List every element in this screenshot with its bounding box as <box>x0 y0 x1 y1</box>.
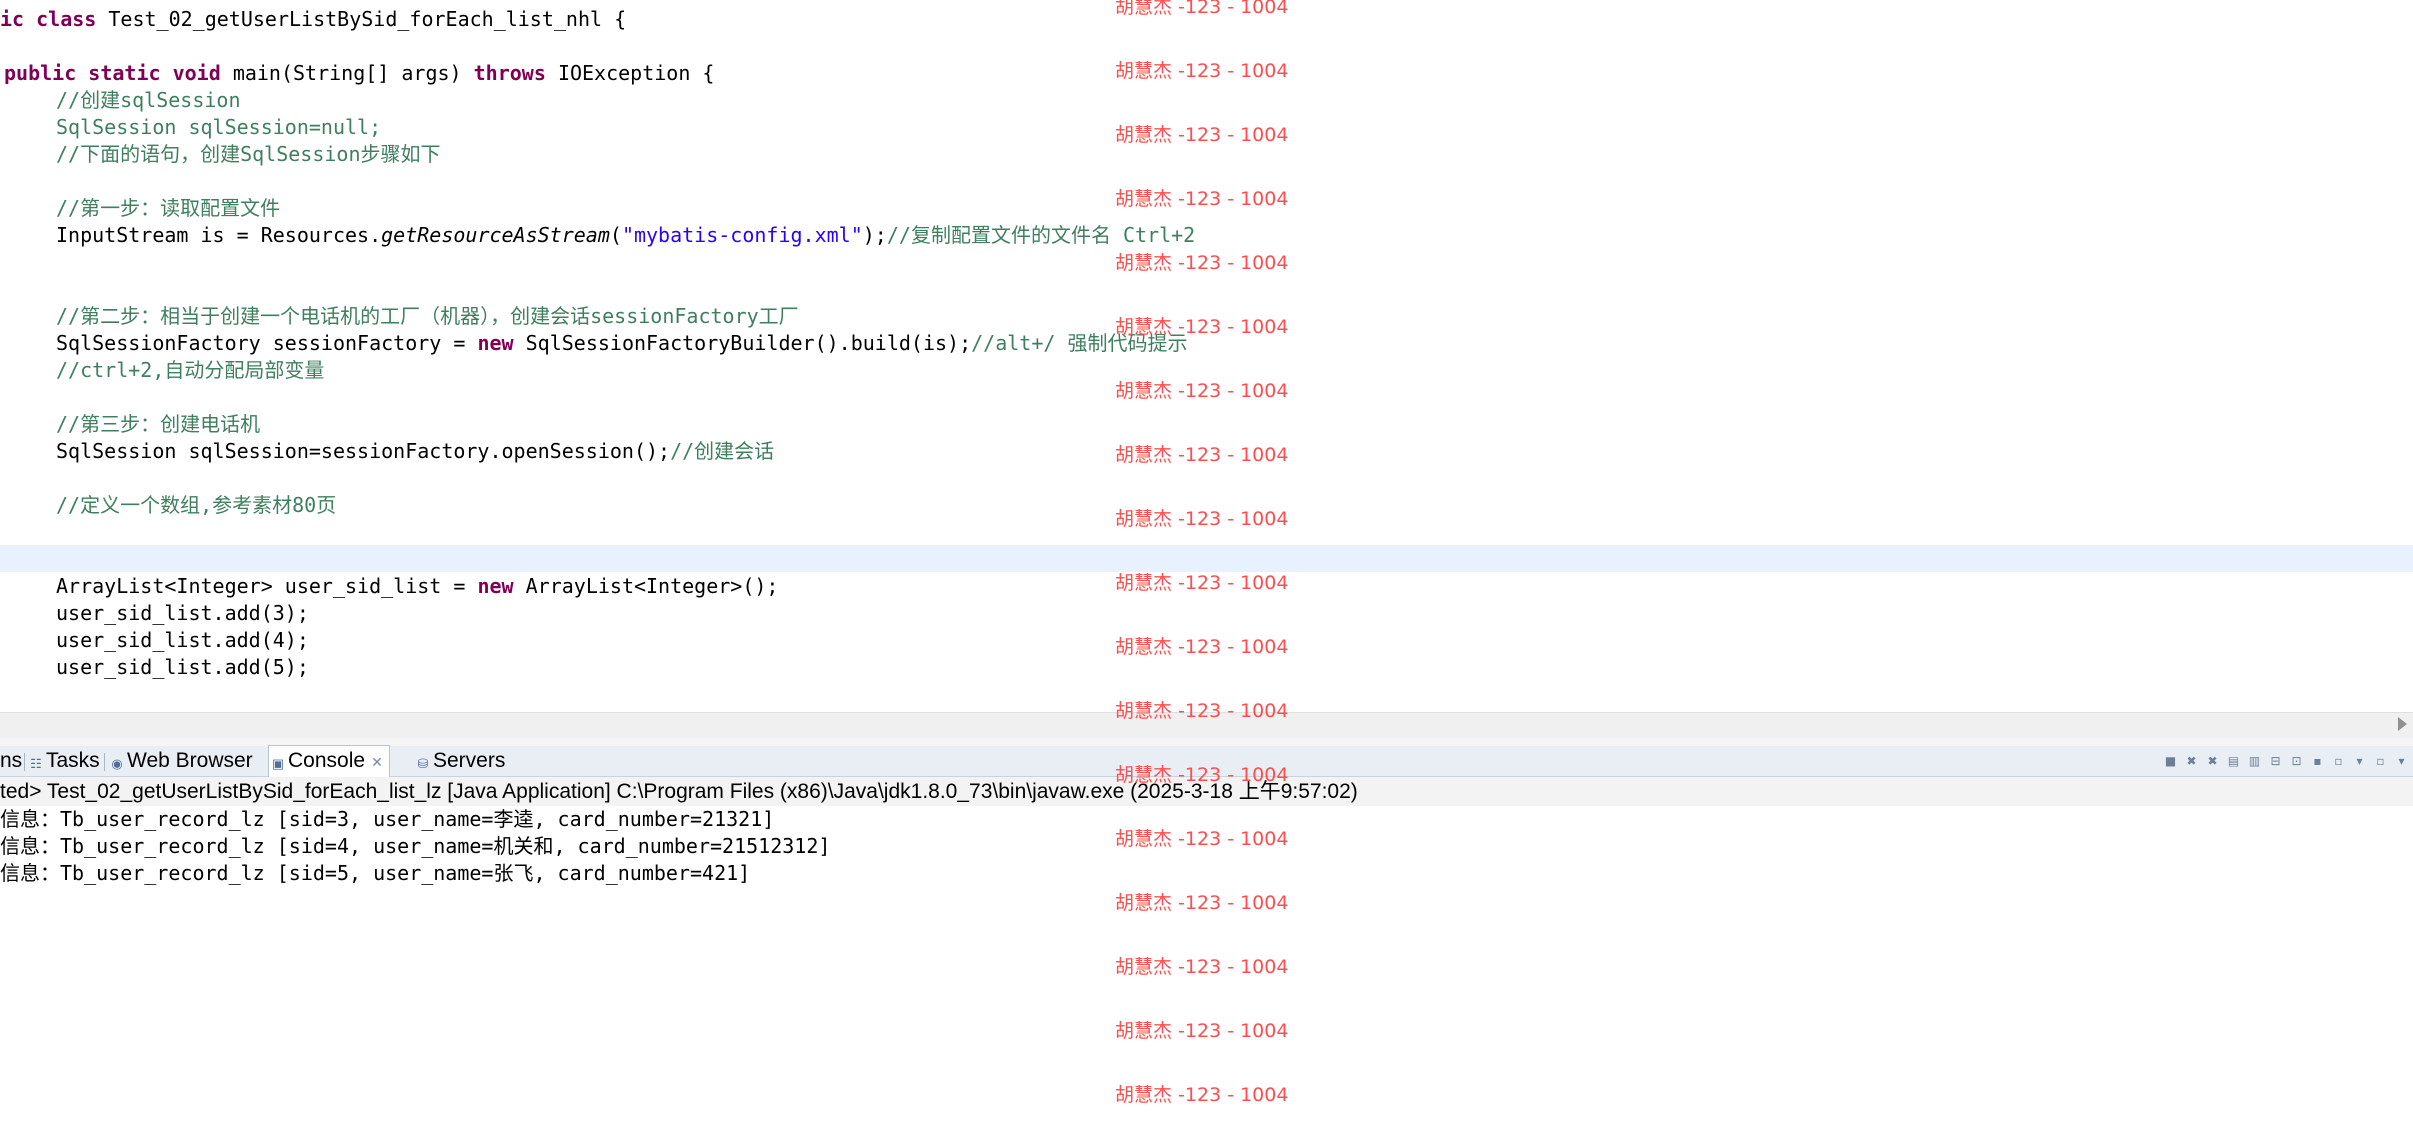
code-line: public static void main(String[] args) t… <box>4 60 714 87</box>
code-token: SqlSessionFactory sessionFactory = <box>56 331 478 355</box>
remove-launch-icon[interactable]: ✖ <box>2184 754 2199 769</box>
chevron-down-icon[interactable]: ▾ <box>2394 754 2409 769</box>
code-line: //第二步：相当于创建一个电话机的工厂（机器），创建会话sessionFacto… <box>56 303 799 330</box>
code-token: //第三步：创建电话机 <box>56 412 261 436</box>
code-line: ArrayList<Integer> user_sid_list = new A… <box>56 573 778 600</box>
watermark-text: 胡慧杰 -123 - 1004 <box>1115 124 1289 146</box>
code-token: IOException { <box>557 61 715 85</box>
watermark-text: 胡慧杰 -123 - 1004 <box>1115 444 1289 466</box>
watermark-text: 胡慧杰 -123 - 1004 <box>1115 188 1289 210</box>
code-token: getResourceAsStream <box>381 223 610 247</box>
code-line: user_sid_list.add(4); <box>56 627 309 654</box>
console-line: 信息：Tb_user_record_lz [sid=4, user_name=机… <box>0 834 831 858</box>
close-icon[interactable]: ✕ <box>371 754 383 770</box>
watermark-text: 胡慧杰 -123 - 1004 <box>1115 828 1289 850</box>
watermark-text: 胡慧杰 -123 - 1004 <box>1115 700 1289 722</box>
code-token: //第一步：读取配置文件 <box>56 196 281 220</box>
code-token: //创建会话 <box>670 439 775 463</box>
tab-separator <box>24 753 25 771</box>
code-token: Test_02_getUserListBySid_forEach_list_nh… <box>108 7 627 31</box>
code-token: static <box>88 61 173 85</box>
code-token: public <box>4 61 89 85</box>
code-token: //下面的语句，创建SqlSession步骤如下 <box>56 142 441 166</box>
code-token: //定义一个数组,参考素材80页 <box>56 493 337 517</box>
code-line: user_sid_list.add(3); <box>56 600 309 627</box>
code-line: SqlSession sqlSession=null; <box>56 114 381 141</box>
code-line: //第一步：读取配置文件 <box>56 195 280 222</box>
code-token: new <box>477 331 526 355</box>
code-token: user_sid_list.add(3); <box>56 601 309 625</box>
code-token: ( <box>609 223 622 247</box>
code-token: InputStream is = Resources. <box>56 223 382 247</box>
code-token: throws <box>473 61 558 85</box>
tab-web-browser[interactable]: ◉ Web Browser <box>108 746 252 776</box>
open-console-icon[interactable]: ▫ <box>2373 754 2388 769</box>
code-line: //第三步：创建电话机 <box>56 411 260 438</box>
code-token: main(String[] args) <box>232 61 474 85</box>
code-line: ic class Test_02_getUserListBySid_forEac… <box>0 6 626 33</box>
code-token: user_sid_list.add(4); <box>56 628 309 652</box>
code-editor[interactable]: ic class Test_02_getUserListBySid_forEac… <box>0 0 2413 712</box>
terminate-icon[interactable]: ■ <box>2163 754 2178 769</box>
code-line: //ctrl+2,自动分配局部变量 <box>56 357 324 384</box>
code-token: ArrayList<Integer> user_sid_list = <box>56 574 478 598</box>
globe-icon: ◉ <box>111 756 123 771</box>
code-line: SqlSession sqlSession=sessionFactory.ope… <box>56 438 774 465</box>
scroll-lock-icon[interactable]: ▥ <box>2247 754 2262 769</box>
console-toolbar: ■ ✖ ✖ ▤ ▥ ⊟ ⊡ ▪ ▫ ▾ ▫ ▾ <box>2163 746 2409 776</box>
code-token: class <box>36 7 109 31</box>
code-token: new <box>477 574 526 598</box>
watermark-text: 胡慧杰 -123 - 1004 <box>1115 892 1289 914</box>
code-token: SqlSessionFactoryBuilder().build(is); <box>525 331 972 355</box>
tab-tasks[interactable]: ☷ Tasks <box>27 746 100 776</box>
code-token: ic <box>0 7 37 31</box>
watermark-text: 胡慧杰 -123 - 1004 <box>1115 636 1289 658</box>
code-token: //第二步：相当于创建一个电话机的工厂（机器），创建会话sessionFacto… <box>56 304 799 328</box>
tab-problems[interactable]: ns <box>0 746 22 776</box>
console-line: 信息：Tb_user_record_lz [sid=5, user_name=张… <box>0 861 751 885</box>
scroll-right-arrow-icon[interactable] <box>2398 717 2407 731</box>
watermark-text: 胡慧杰 -123 - 1004 <box>1115 572 1289 594</box>
watermark-text: 胡慧杰 -123 - 1004 <box>1115 508 1289 530</box>
remove-all-icon[interactable]: ✖ <box>2205 754 2220 769</box>
tab-servers[interactable]: ⛁ Servers <box>414 746 506 776</box>
tasks-icon: ☷ <box>30 756 42 771</box>
code-token: "mybatis-config.xml" <box>621 223 863 247</box>
code-token: //ctrl+2,自动分配局部变量 <box>56 358 325 382</box>
word-wrap-icon[interactable]: ⊟ <box>2268 754 2283 769</box>
code-line: //下面的语句，创建SqlSession步骤如下 <box>56 141 441 168</box>
code-token: void <box>172 61 233 85</box>
display-selected-icon[interactable]: ▫ <box>2331 754 2346 769</box>
watermark-text: 胡慧杰 -123 - 1004 <box>1115 316 1289 338</box>
code-token: ); <box>862 223 887 247</box>
servers-icon: ⛁ <box>417 756 429 771</box>
console-line: 信息：Tb_user_record_lz [sid=3, user_name=李… <box>0 807 775 831</box>
watermark-text: 胡慧杰 -123 - 1004 <box>1115 252 1289 274</box>
console-icon: ▣ <box>271 756 285 771</box>
code-line: //创建sqlSession <box>56 87 241 114</box>
code-token: //创建sqlSession <box>56 88 241 112</box>
chevron-down-icon[interactable]: ▾ <box>2352 754 2367 769</box>
watermark-text: 胡慧杰 -123 - 1004 <box>1115 1020 1289 1042</box>
pin-console-icon[interactable]: ▪ <box>2310 754 2325 769</box>
watermark-text: 胡慧杰 -123 - 1004 <box>1115 380 1289 402</box>
watermark-text: 胡慧杰 -123 - 1004 <box>1115 1084 1289 1106</box>
code-line: user_sid_list.add(5); <box>56 654 309 681</box>
watermark-text: 胡慧杰 -123 - 1004 <box>1115 764 1289 786</box>
code-token: ArrayList<Integer>(); <box>525 574 779 598</box>
tab-separator <box>104 753 105 771</box>
code-line: InputStream is = Resources.getResourceAs… <box>56 222 1195 249</box>
code-token: SqlSession sqlSession=sessionFactory.ope… <box>56 439 671 463</box>
watermark-text: 胡慧杰 -123 - 1004 <box>1115 956 1289 978</box>
watermark-text: 胡慧杰 -123 - 1004 <box>1115 60 1289 82</box>
code-token: user_sid_list.add(5); <box>56 655 309 679</box>
code-line: SqlSessionFactory sessionFactory = new S… <box>56 330 1187 357</box>
show-console-icon[interactable]: ⊡ <box>2289 754 2304 769</box>
tab-console[interactable]: ▣ Console ✕ <box>268 745 390 777</box>
code-line: //定义一个数组,参考素材80页 <box>56 492 336 519</box>
code-token: SqlSession sqlSession=null; <box>56 115 382 139</box>
watermark-text: 胡慧杰 -123 - 1004 <box>1115 0 1289 18</box>
clear-console-icon[interactable]: ▤ <box>2226 754 2241 769</box>
code-token: //复制配置文件的文件名 Ctrl+2 <box>886 223 1196 247</box>
